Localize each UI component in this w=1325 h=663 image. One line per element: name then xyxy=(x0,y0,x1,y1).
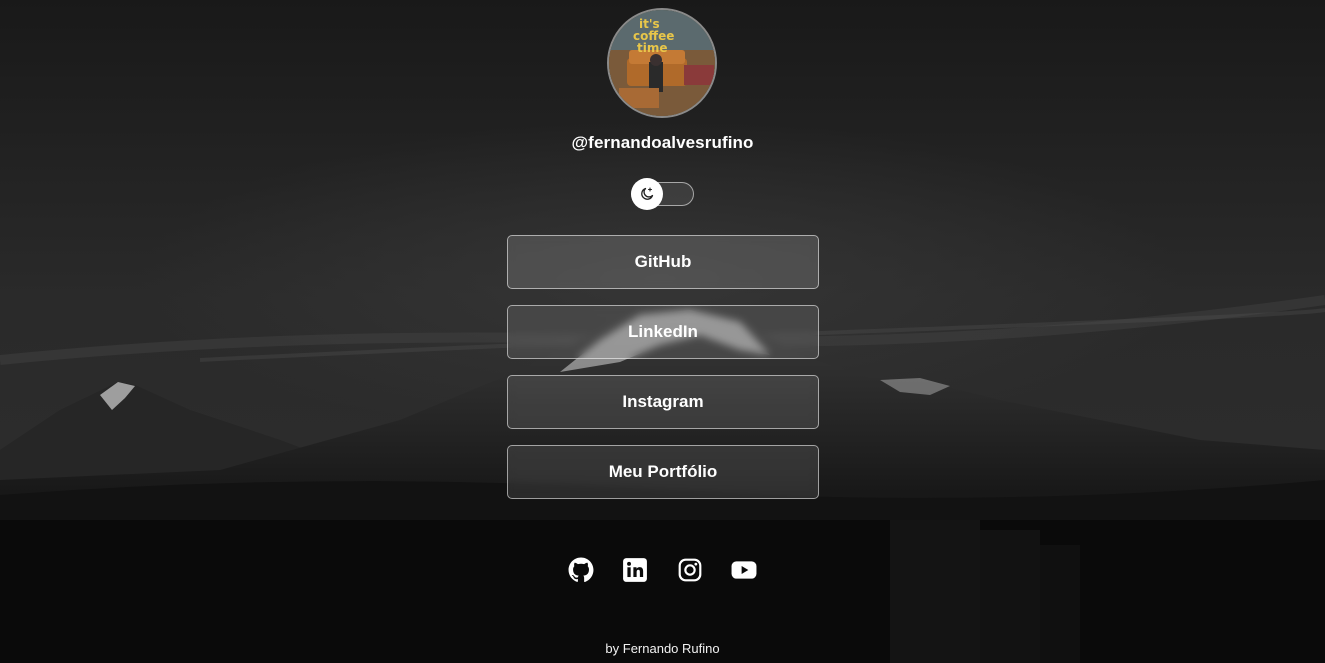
avatar[interactable]: it's coffee time xyxy=(607,8,717,118)
social-icons-row xyxy=(568,557,758,583)
svg-text:time: time xyxy=(637,41,668,55)
footer-credit: by Fernando Rufino xyxy=(605,641,720,656)
linkedin-icon[interactable] xyxy=(622,557,648,583)
instagram-link-button[interactable]: Instagram xyxy=(507,375,819,429)
theme-toggle-knob[interactable] xyxy=(631,178,663,210)
github-link-button[interactable]: GitHub xyxy=(507,235,819,289)
page-content: it's coffee time @fernandoalvesrufino Gi… xyxy=(0,0,1325,663)
instagram-icon[interactable] xyxy=(677,557,703,583)
youtube-icon[interactable] xyxy=(731,557,757,583)
username: @fernandoalvesrufino xyxy=(571,133,754,152)
avatar-image: it's coffee time xyxy=(609,10,715,116)
theme-toggle[interactable] xyxy=(631,178,694,210)
moon-sparkle-icon xyxy=(641,187,654,200)
linkedin-link-button[interactable]: LinkedIn xyxy=(507,305,819,359)
portfolio-link-button[interactable]: Meu Portfólio xyxy=(507,445,819,499)
github-icon[interactable] xyxy=(568,557,594,583)
